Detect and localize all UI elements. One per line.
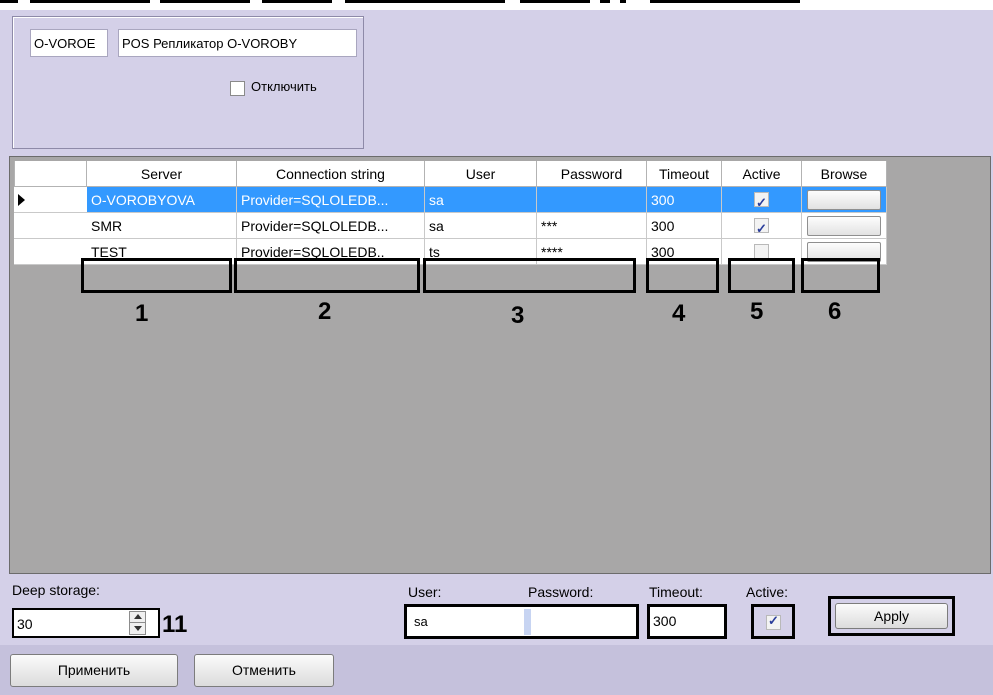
row-header-corner xyxy=(14,161,87,187)
column-header-connection-string[interactable]: Connection string xyxy=(237,161,425,187)
password-input[interactable] xyxy=(531,609,635,635)
cell-active[interactable] xyxy=(722,187,802,213)
timeout-input[interactable]: 300 xyxy=(647,604,727,639)
active-checkbox[interactable] xyxy=(754,244,769,259)
current-row-arrow-icon xyxy=(18,194,25,206)
cell-timeout[interactable]: 300 xyxy=(647,187,722,213)
cell-active[interactable] xyxy=(722,239,802,265)
callout-number: 5 xyxy=(750,298,764,325)
column-header-active[interactable]: Active xyxy=(722,161,802,187)
deep-storage-value: 30 xyxy=(17,616,33,632)
column-header-password[interactable]: Password xyxy=(537,161,647,187)
cell-server[interactable]: O-VOROBYOVA xyxy=(87,187,237,213)
credentials-callout-box: sa xyxy=(404,604,639,639)
callout-number: 1 xyxy=(135,300,149,327)
cell-browse[interactable] xyxy=(802,239,887,265)
browse-button[interactable] xyxy=(807,216,881,236)
user-input[interactable]: sa xyxy=(411,609,521,635)
object-id-field[interactable]: O-VOROE xyxy=(30,29,108,57)
cell-browse[interactable] xyxy=(802,187,887,213)
callout-number: 6 xyxy=(828,298,842,325)
column-header-user[interactable]: User xyxy=(425,161,537,187)
apply-callout-box: Apply xyxy=(828,596,955,636)
active-callout-box xyxy=(751,604,795,639)
cell-user[interactable]: sa xyxy=(425,187,537,213)
spin-down-icon[interactable] xyxy=(134,626,142,631)
active-checkbox[interactable] xyxy=(754,190,769,212)
cell-password[interactable]: *** xyxy=(537,213,647,239)
deep-storage-label: Deep storage: xyxy=(12,582,100,598)
browse-button[interactable] xyxy=(807,190,881,210)
spin-up-icon[interactable] xyxy=(134,614,142,619)
user-label: User: xyxy=(408,584,442,600)
cancel-button[interactable]: Отменить xyxy=(194,654,334,687)
servers-grid[interactable]: Server Connection string User Password T… xyxy=(9,156,991,574)
object-name-field[interactable]: POS Репликатор O-VOROBY xyxy=(118,29,357,57)
active-checkbox[interactable] xyxy=(766,613,781,630)
callout-number: 3 xyxy=(511,302,525,329)
cell-password[interactable]: **** xyxy=(537,239,647,265)
cell-user[interactable]: ts xyxy=(425,239,537,265)
cell-server[interactable]: SMR xyxy=(87,213,237,239)
callout-number: 11 xyxy=(162,611,188,638)
deep-storage-spinner[interactable] xyxy=(129,611,146,635)
active-label: Active: xyxy=(746,584,789,600)
callout-number: 2 xyxy=(318,298,332,325)
cell-timeout[interactable]: 300 xyxy=(647,239,722,265)
disable-label: Отключить xyxy=(251,79,317,94)
cell-server[interactable]: TEST xyxy=(87,239,237,265)
cell-connection-string[interactable]: Provider=SQLOLEDB... xyxy=(237,213,425,239)
timeout-label: Timeout: xyxy=(649,584,703,600)
column-header-timeout[interactable]: Timeout xyxy=(647,161,722,187)
input-divider xyxy=(524,609,531,635)
cell-user[interactable]: sa xyxy=(425,213,537,239)
apply-button[interactable]: Apply xyxy=(835,603,948,629)
disable-checkbox[interactable] xyxy=(230,81,245,96)
active-checkbox[interactable] xyxy=(754,216,769,238)
cell-browse[interactable] xyxy=(802,213,887,239)
password-label: Password: xyxy=(528,584,594,600)
table-row[interactable]: O-VOROBYOVA Provider=SQLOLEDB... sa 300 xyxy=(14,187,887,213)
cell-connection-string[interactable]: Provider=SQLOLEDB.. xyxy=(237,239,425,265)
apply-changes-button[interactable]: Применить xyxy=(10,654,178,687)
column-header-browse[interactable]: Browse xyxy=(802,161,887,187)
cell-active[interactable] xyxy=(722,213,802,239)
row-selector[interactable] xyxy=(14,213,91,239)
object-properties-box: O-VOROE POS Репликатор O-VOROBY Отключит… xyxy=(12,16,364,149)
table-row[interactable]: SMR Provider=SQLOLEDB... sa *** 300 xyxy=(14,213,887,239)
cell-timeout[interactable]: 300 xyxy=(647,213,722,239)
column-header-server[interactable]: Server xyxy=(87,161,237,187)
cell-connection-string[interactable]: Provider=SQLOLEDB... xyxy=(237,187,425,213)
table-row[interactable]: TEST Provider=SQLOLEDB.. ts **** 300 xyxy=(14,239,887,265)
cropped-text-fragment xyxy=(0,0,993,10)
cell-password[interactable] xyxy=(537,187,647,213)
callout-number: 4 xyxy=(672,300,686,327)
browse-button[interactable] xyxy=(807,242,881,262)
row-selector[interactable] xyxy=(14,239,91,265)
row-selector[interactable] xyxy=(14,187,91,213)
